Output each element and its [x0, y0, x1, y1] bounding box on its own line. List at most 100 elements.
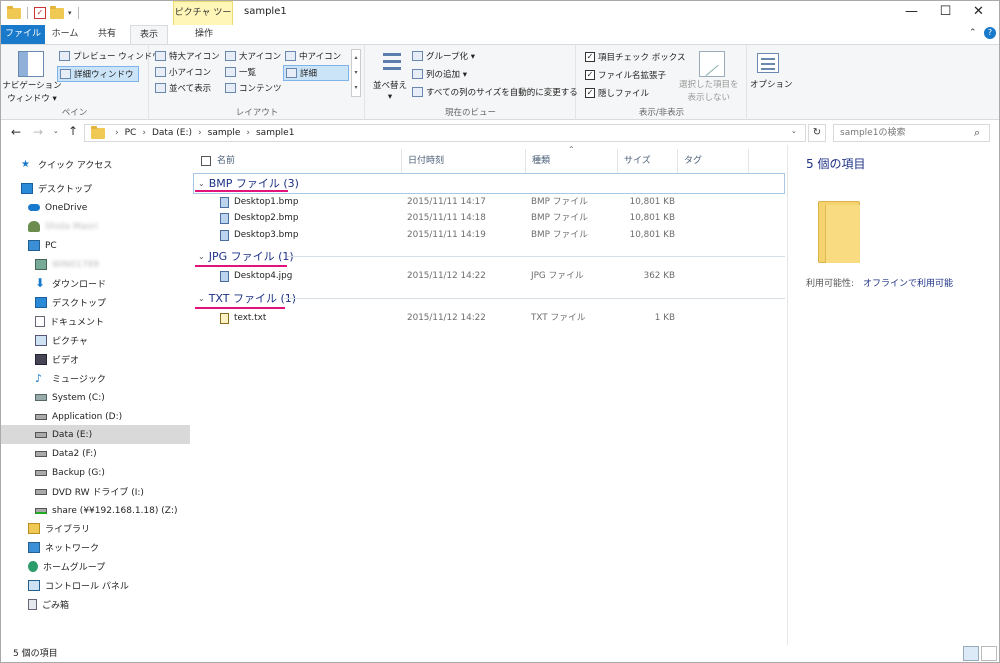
extra-large-icons-option[interactable]: 特大アイコン — [155, 50, 220, 62]
navigation-pane-button[interactable]: ナビゲーション ウィンドウ ▾ — [2, 79, 61, 104]
sort-by-button[interactable]: 並べ替え ▾ — [373, 79, 407, 102]
address-dropdown-icon[interactable]: ⌄ — [791, 127, 797, 135]
content-option[interactable]: コンテンツ — [225, 82, 282, 94]
nav-music[interactable]: ♪ ミュージック — [1, 369, 190, 388]
nav-downloads[interactable]: ⬇ ダウンロード — [1, 274, 190, 293]
tab-manage[interactable]: 操作 — [178, 25, 230, 44]
medium-icons-option[interactable]: 中アイコン — [285, 50, 341, 62]
group-header-jpg[interactable]: ⌄ JPG ファイル (1) — [196, 246, 294, 266]
nav-data-e[interactable]: Data (E:) — [1, 425, 190, 444]
nav-onedrive[interactable]: OneDrive — [1, 198, 190, 217]
nav-backup-g[interactable]: Backup (G:) — [1, 463, 190, 482]
hidden-items-toggle[interactable]: ✓ 隠しファイル — [585, 87, 649, 99]
file-size: 362 KB — [643, 271, 675, 281]
breadcrumb-pc[interactable]: PC — [125, 128, 137, 138]
group-header-txt[interactable]: ⌄ TXT ファイル (1) — [196, 288, 296, 308]
file-row[interactable]: text.txt 2015/11/12 14:22 TXT ファイル 1 KB — [220, 310, 680, 326]
tab-view[interactable]: 表示 — [130, 25, 168, 44]
nav-application-d[interactable]: Application (D:) — [1, 407, 190, 426]
nav-control-panel[interactable]: コントロール パネル — [1, 576, 190, 595]
nav-libraries[interactable]: ライブラリ — [1, 519, 190, 538]
small-icons-option[interactable]: 小アイコン — [155, 66, 211, 78]
column-header-type[interactable]: 種類 — [526, 149, 618, 173]
nav-network-device[interactable]: WIN01789 — [1, 255, 190, 274]
nav-desktop-root[interactable]: デスクトップ — [1, 179, 190, 198]
file-type: BMP ファイル — [531, 230, 588, 240]
tab-file[interactable]: ファイル — [1, 25, 45, 44]
maximize-button[interactable]: ☐ — [929, 1, 962, 25]
refresh-icon[interactable]: ↻ — [808, 124, 826, 142]
folder-icon — [91, 125, 105, 139]
nav-quick-access[interactable]: ★ クイック アクセス — [1, 155, 190, 174]
chevron-up-icon[interactable]: ⌃ — [969, 28, 977, 38]
homegroup-icon — [28, 561, 38, 572]
group-divider — [287, 256, 785, 257]
help-icon[interactable]: ? — [984, 27, 996, 39]
nav-share-z[interactable]: share (¥¥192.168.1.18) (Z:) — [1, 501, 190, 520]
column-header-tags[interactable]: タグ — [678, 149, 749, 173]
up-arrow-icon[interactable]: ↑ — [68, 124, 78, 138]
breadcrumb-sample1[interactable]: sample1 — [256, 128, 294, 138]
file-size: 10,801 KB — [629, 197, 675, 207]
tab-home[interactable]: ホーム — [47, 25, 83, 44]
file-row[interactable]: Desktop1.bmp 2015/11/11 14:17 BMP ファイル 1… — [220, 194, 680, 210]
nav-recycle-bin[interactable]: ごみ箱 — [1, 595, 190, 614]
nav-pictures[interactable]: ピクチャ — [1, 331, 190, 350]
nav-data2-f[interactable]: Data2 (F:) — [1, 444, 190, 463]
checked-checkbox[interactable]: ✓ — [585, 70, 595, 80]
checked-checkbox[interactable]: ✓ — [585, 52, 595, 62]
nav-system-c[interactable]: System (C:) — [1, 388, 190, 407]
file-name: text.txt — [234, 313, 267, 323]
close-button[interactable]: ✕ — [962, 1, 995, 25]
tab-share[interactable]: 共有 — [87, 25, 127, 44]
cloud-icon — [28, 204, 40, 211]
column-header-date[interactable]: 日付時刻 — [402, 149, 526, 173]
properties-icon[interactable]: ✓ — [34, 7, 46, 19]
tiles-option[interactable]: 並べて表示 — [155, 82, 211, 94]
layout-scroll[interactable]: ▴ ▾ ▾ — [351, 49, 361, 97]
details-view-toggle[interactable] — [963, 646, 979, 661]
nav-pc[interactable]: PC — [1, 236, 190, 255]
search-icon: ⌕ — [974, 126, 981, 139]
preview-pane-button[interactable]: プレビュー ウィンドウ — [59, 50, 161, 62]
recent-locations-icon[interactable]: ⌄ — [53, 127, 59, 135]
column-header-size[interactable]: サイズ — [618, 149, 678, 173]
breadcrumb-data-e[interactable]: Data (E:) — [152, 128, 192, 138]
size-all-columns-button[interactable]: すべての列のサイズを自動的に変更する — [412, 86, 578, 98]
column-header-name[interactable]: 名前 — [195, 149, 402, 173]
large-icons-view-toggle[interactable] — [981, 646, 997, 661]
search-input[interactable]: sample1の検索 — [833, 124, 990, 142]
nav-videos[interactable]: ビデオ — [1, 350, 190, 369]
file-date: 2015/11/12 14:22 — [407, 271, 486, 281]
file-extensions-toggle[interactable]: ✓ ファイル名拡張子 — [585, 69, 666, 81]
breadcrumb-sample[interactable]: sample — [208, 128, 241, 138]
forward-arrow-icon[interactable]: → — [33, 125, 43, 139]
options-icon — [757, 53, 779, 73]
nav-documents[interactable]: ドキュメント — [1, 312, 190, 331]
nav-network[interactable]: ネットワーク — [1, 538, 190, 557]
large-icons-option[interactable]: 大アイコン — [225, 50, 281, 62]
nav-homegroup[interactable]: ホームグループ — [1, 557, 190, 576]
nav-user[interactable]: Shida Maori — [1, 217, 190, 236]
group-by-button[interactable]: グループ化 ▾ — [412, 50, 475, 62]
nav-desktop[interactable]: デスクトップ — [1, 293, 190, 312]
options-button[interactable]: オプション — [750, 78, 793, 90]
details-pane-button[interactable]: 詳細ウィンドウ — [57, 66, 139, 82]
picture-tools-context-tab: ピクチャ ツール — [173, 1, 233, 40]
nav-dvd-drive[interactable]: DVD RW ドライブ (I:) — [1, 482, 190, 501]
file-row[interactable]: Desktop2.bmp 2015/11/11 14:18 BMP ファイル 1… — [220, 210, 680, 226]
file-row[interactable]: Desktop4.jpg 2015/11/12 14:22 JPG ファイル 3… — [220, 268, 680, 284]
minimize-button[interactable]: — — [895, 1, 928, 25]
add-columns-button[interactable]: 列の追加 ▾ — [412, 68, 467, 80]
details-option[interactable]: 詳細 — [283, 65, 349, 81]
customize-qat-icon[interactable]: ▾ — [68, 9, 72, 17]
list-option[interactable]: 一覧 — [225, 66, 256, 78]
select-all-checkbox[interactable] — [201, 155, 211, 166]
item-checkboxes-toggle[interactable]: ✓ 項目チェック ボックス — [585, 51, 685, 63]
address-bar[interactable]: › PC › Data (E:) › sample › sample1 — [84, 124, 806, 142]
back-arrow-icon[interactable]: ← — [11, 125, 21, 139]
hide-selected-button[interactable]: 選択した項目を 表示しない — [679, 78, 739, 103]
file-row[interactable]: Desktop3.bmp 2015/11/11 14:19 BMP ファイル 1… — [220, 227, 680, 243]
checked-checkbox[interactable]: ✓ — [585, 88, 595, 98]
new-folder-icon[interactable] — [50, 5, 64, 19]
